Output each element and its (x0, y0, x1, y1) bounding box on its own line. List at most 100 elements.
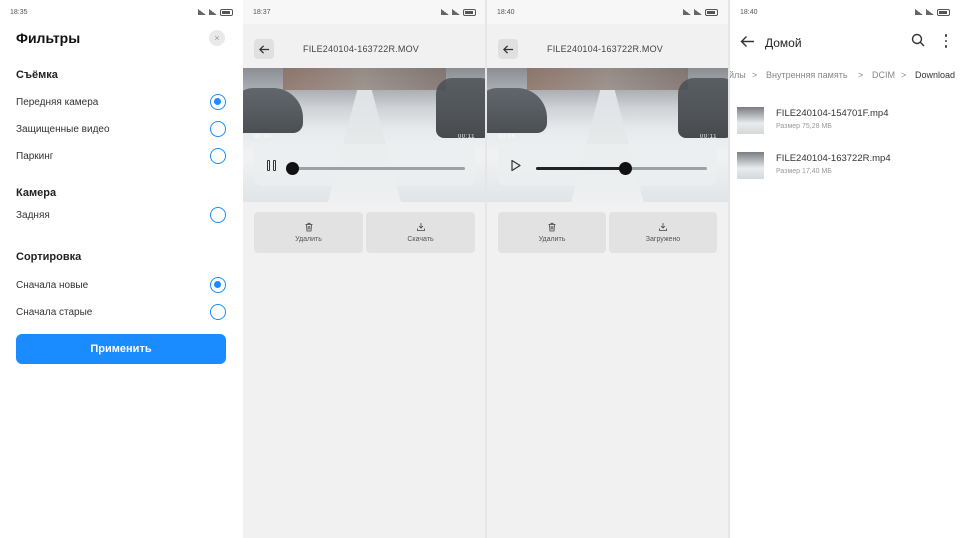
video-background (527, 68, 688, 90)
status-icons (198, 8, 233, 16)
radio-button[interactable] (210, 304, 226, 320)
list-item[interactable]: FILE240104-154701F.mp4 Размер 75,28 МБ (730, 101, 960, 145)
total-time: 00:11 (457, 134, 475, 140)
signal-icon (915, 9, 923, 15)
current-time: 00:05 (498, 134, 516, 140)
delete-button[interactable]: Удалить (254, 212, 363, 253)
video-car (487, 88, 547, 133)
more-dot (944, 39, 948, 43)
action-label: Удалить (538, 236, 566, 243)
download-button[interactable]: Скачать (366, 212, 475, 253)
section-heading: Сортировка (16, 251, 82, 263)
back-button[interactable] (254, 39, 274, 59)
video-car (678, 78, 728, 138)
arrow-left-icon (502, 44, 513, 54)
page-title: Фильтры (16, 30, 81, 46)
play-button[interactable] (507, 157, 523, 173)
radio-button[interactable] (210, 148, 226, 164)
radio-button[interactable] (210, 277, 226, 293)
more-dot (944, 45, 948, 48)
status-bar: 18:35 (0, 0, 243, 24)
option-label: Задняя (16, 209, 50, 221)
video-frame[interactable]: 00:05 00:11 (487, 68, 728, 202)
radio-button[interactable] (210, 94, 226, 110)
status-time: 18:37 (253, 8, 271, 16)
filter-option[interactable]: Сначала старые (16, 303, 226, 321)
battery-icon (220, 8, 233, 16)
delete-button[interactable]: Удалить (498, 212, 606, 253)
current-time: 00:00 (254, 134, 272, 140)
breadcrumb-item[interactable]: Внутренняя память (766, 70, 848, 80)
pause-icon (266, 159, 276, 171)
search-button[interactable] (911, 33, 927, 49)
breadcrumb-item[interactable]: йлы (730, 70, 746, 80)
action-label: Загружено (645, 236, 681, 243)
status-icons (683, 8, 718, 16)
download-icon (659, 223, 667, 231)
battery-icon (463, 8, 476, 16)
status-icons (441, 8, 476, 16)
signal-icon (209, 9, 217, 15)
signal-icon (926, 9, 934, 15)
status-time: 18:40 (740, 8, 758, 16)
video-thumbnail (737, 107, 764, 134)
video-frame[interactable]: 00:00 00:11 (243, 68, 486, 202)
player-header: FILE240104-163722R.MOV (243, 24, 486, 68)
player-header: FILE240104-163722R.MOV (487, 24, 728, 68)
seek-handle[interactable] (286, 162, 299, 175)
close-button[interactable]: × (209, 30, 225, 46)
video-car (243, 88, 303, 133)
file-title: FILE240104-163722R.MOV (547, 44, 663, 54)
filter-option[interactable]: Сначала новые (16, 276, 226, 294)
battery-icon (937, 8, 950, 16)
total-time: 00:11 (699, 134, 717, 140)
page-title: Домой (765, 36, 802, 50)
seek-bar[interactable] (536, 162, 707, 175)
filter-option[interactable]: Передняя камера (16, 93, 226, 111)
section-heading: Камера (16, 187, 57, 199)
back-button[interactable] (738, 32, 756, 50)
search-icon (911, 33, 925, 47)
back-button[interactable] (498, 39, 518, 59)
video-thumbnail (737, 152, 764, 179)
file-name: FILE240104-163722R.mp4 (776, 153, 891, 164)
radio-button[interactable] (210, 121, 226, 137)
playback-controls (254, 144, 475, 186)
filter-option[interactable]: Защищенные видео (16, 120, 226, 138)
status-bar: 18:37 (243, 0, 486, 24)
radio-button[interactable] (210, 207, 226, 223)
downloaded-button[interactable]: Загружено (609, 212, 717, 253)
app-header: Домой (730, 24, 960, 60)
breadcrumb-item[interactable]: Download (915, 70, 955, 80)
filter-option[interactable]: Задняя (16, 206, 226, 224)
file-size: Размер 75,28 МБ (776, 123, 832, 130)
option-label: Сначала старые (16, 306, 93, 318)
breadcrumb-item[interactable]: DCIM (872, 70, 895, 80)
action-label: Удалить (295, 236, 322, 243)
download-icon (416, 223, 425, 231)
signal-icon (198, 9, 206, 15)
status-time: 18:40 (497, 8, 515, 16)
option-label: Паркинг (16, 150, 54, 162)
trash-icon (548, 222, 556, 232)
breadcrumb: йлы > Внутренняя память > DCIM > Downloa… (730, 70, 960, 86)
file-title: FILE240104-163722R.MOV (303, 44, 419, 54)
chevron-right-icon: > (752, 70, 758, 80)
list-item[interactable]: FILE240104-163722R.mp4 Размер 17,40 МБ (730, 146, 960, 190)
pause-button[interactable] (263, 157, 279, 173)
signal-icon (683, 9, 691, 15)
seek-bar-fill (536, 167, 625, 170)
more-menu-button[interactable] (942, 33, 950, 49)
status-bar: 18:40 (730, 0, 960, 24)
action-label: Скачать (407, 236, 434, 243)
seek-handle[interactable] (618, 162, 632, 175)
option-label: Передняя камера (16, 96, 99, 108)
screens-container: 18:35 Фильтры × Съёмка Передняя камера З… (0, 0, 960, 538)
seek-bar[interactable] (286, 162, 465, 175)
playback-controls (498, 144, 717, 186)
filter-option[interactable]: Паркинг (16, 147, 226, 165)
status-bar: 18:40 (487, 0, 728, 24)
action-bar: Удалить Загружено (498, 212, 717, 253)
status-icons (915, 8, 950, 16)
apply-button[interactable]: Применить (16, 334, 226, 364)
